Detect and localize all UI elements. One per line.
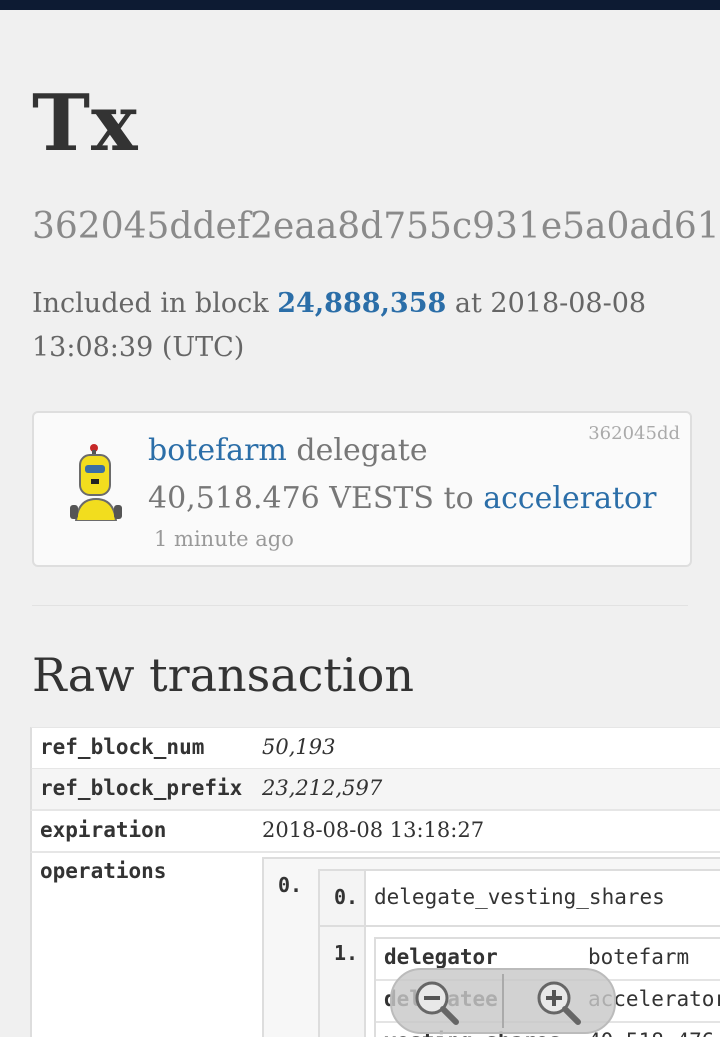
operation-type: delegate_vesting_shares (374, 885, 665, 909)
row-key: ref_block_prefix (40, 776, 243, 800)
table-row: expiration 2018-08-08 13:18:27 (30, 811, 720, 853)
included-time: 13:08:39 (UTC) (32, 332, 245, 363)
block-number-link[interactable]: 24,888,358 (277, 288, 446, 319)
page-title: Tx (32, 78, 139, 169)
param-value: 40,518.476 VESTS (588, 1029, 720, 1037)
table-row: operations 0. 0. delegate_vesting_shares… (30, 853, 720, 1037)
raw-transaction-table: ref_block_num 50,193 ref_block_prefix 23… (30, 727, 720, 1037)
zoom-in-icon (537, 981, 581, 1025)
robot-avatar-icon[interactable] (66, 443, 126, 521)
from-user-link[interactable]: botefarm (148, 433, 287, 468)
operation-time-ago: 1 minute ago (154, 527, 294, 551)
row-key: operations (40, 859, 167, 883)
row-key: ref_block_num (40, 735, 205, 759)
zoom-controls (390, 968, 616, 1034)
operation-type-row: 0. delegate_vesting_shares (320, 871, 720, 927)
table-row: ref_block_prefix 23,212,597 (30, 769, 720, 811)
raw-transaction-title: Raw transaction (32, 648, 414, 702)
operation-amount: 40,518.476 VESTS to (148, 481, 474, 516)
transaction-hash: 362045ddef2eaa8d755c931e5a0ad61 (32, 206, 720, 247)
operation-params-index: 1. (334, 941, 359, 965)
operation-short-id[interactable]: 362045dd (588, 423, 680, 444)
table-row: ref_block_num 50,193 (30, 727, 720, 770)
row-value: 2018-08-08 13:18:27 (262, 818, 485, 842)
operation-card: 362045dd botefarm delegate 40,518.476 VE… (32, 411, 692, 567)
included-prefix: Included in block (32, 288, 269, 319)
zoom-out-button[interactable] (396, 976, 496, 1026)
divider (32, 605, 688, 606)
operation-line-1: botefarm delegate (148, 433, 428, 468)
included-in-block-text: Included in block 24,888,358 at 2018-08-… (32, 282, 692, 370)
operation-action: delegate (296, 433, 428, 468)
to-user-link[interactable]: accelerator (483, 481, 656, 516)
zoom-in-button[interactable] (508, 976, 608, 1026)
zoom-divider (502, 974, 504, 1028)
top-bar (0, 0, 720, 10)
row-key: expiration (40, 818, 167, 842)
row-value: 23,212,597 (262, 776, 383, 800)
row-value: 50,193 (262, 735, 336, 759)
operation-line-2: 40,518.476 VESTS to accelerator (148, 481, 656, 516)
operation-type-index: 0. (334, 885, 359, 909)
operation-index: 0. (278, 873, 303, 897)
param-key: delegator (384, 945, 498, 969)
param-value: botefarm (588, 945, 690, 969)
included-date: at 2018-08-08 (454, 288, 647, 319)
zoom-out-icon (415, 981, 459, 1025)
